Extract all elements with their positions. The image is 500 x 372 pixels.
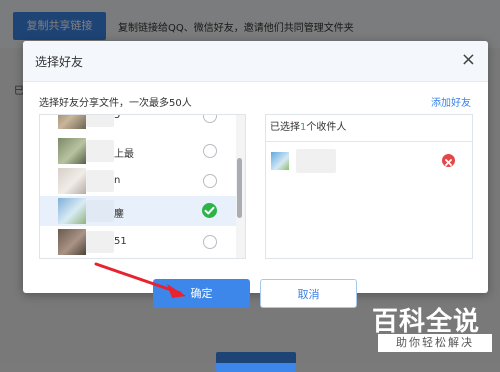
watermark-title: 百科全说 xyxy=(372,307,481,337)
watermark-subtitle: 助你轻松解决 xyxy=(378,334,492,352)
watermark-logo: 百科全说 助你轻松解决 xyxy=(368,301,498,361)
